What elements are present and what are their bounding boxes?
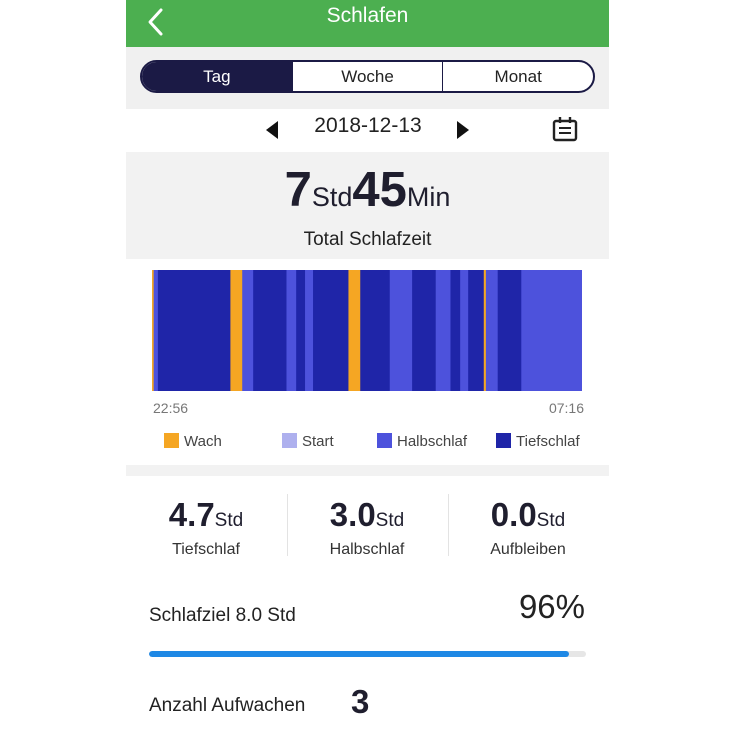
sleep-segment-halbschlaf [460, 270, 469, 391]
tab-woche[interactable]: Woche [291, 62, 443, 91]
legend-halbschlaf: Halbschlaf [377, 433, 467, 450]
stat-halbschlaf-number: 3.0 [329, 496, 376, 533]
sleep-segment-tiefschlaf [296, 270, 306, 391]
sleep-goal-progress-bar [149, 651, 586, 657]
chart-end-time: 07:16 [548, 400, 584, 416]
legend-swatch-tiefschlaf [496, 433, 511, 448]
sleep-goal-progress-fill [149, 651, 569, 657]
legend-wach: Wach [164, 433, 222, 450]
legend-start: Start [282, 433, 334, 450]
wake-count-value: 3 [351, 683, 370, 720]
total-sleep-label: Total Schlafzeit [303, 229, 432, 250]
total-minutes-unit: Min [406, 182, 451, 212]
sleep-segment-wach [230, 270, 243, 391]
wake-count-label: Anzahl Aufwachen [149, 695, 306, 716]
legend-swatch-start [282, 433, 297, 448]
sleep-segment-halbschlaf [389, 270, 413, 391]
triangle-right-icon[interactable] [453, 119, 473, 141]
sleep-stats: 4.7Std Tiefschlaf 3.0Std Halbschlaf 0.0S… [126, 476, 609, 576]
sleep-segment-halbschlaf [521, 270, 582, 391]
sleep-segment-tiefschlaf [313, 270, 350, 391]
stat-aufbleiben-unit: Std [536, 510, 566, 531]
stat-aufbleiben-label: Aufbleiben [490, 541, 566, 558]
period-selector-bar: Tag Woche Monat [126, 47, 609, 109]
sleep-segment-halbschlaf [242, 270, 254, 391]
tab-tag[interactable]: Tag [142, 62, 292, 91]
stat-tiefschlaf-unit: Std [214, 510, 244, 531]
stat-aufbleiben-value: 0.0Std [448, 496, 608, 534]
stat-halbschlaf-label: Halbschlaf [329, 541, 405, 558]
sleep-segment-tiefschlaf [157, 270, 232, 391]
legend-swatch-wach [164, 433, 179, 448]
stat-tiefschlaf-label: Tiefschlaf [172, 541, 240, 558]
total-hours-unit: Std [311, 182, 353, 212]
date-navigator: 2018-12-13 [126, 109, 609, 152]
sleep-goal-label: Schlafziel 8.0 Std [149, 605, 296, 626]
total-sleep-value: 7Std45Min [126, 162, 609, 218]
legend-label-wach: Wach [184, 433, 222, 450]
legend-tiefschlaf: Tiefschlaf [496, 433, 580, 450]
current-date: 2018-12-13 [314, 114, 422, 137]
chart-start-time: 22:56 [153, 400, 189, 416]
sleep-screen: Schlafen Tag Woche Monat 2018-12-13 7Std… [126, 0, 609, 736]
sleep-segment-tiefschlaf [360, 270, 391, 391]
sleep-segment-tiefschlaf [450, 270, 461, 391]
sleep-segment-tiefschlaf [497, 270, 522, 391]
stat-aufbleiben-number: 0.0 [490, 496, 537, 533]
stat-tiefschlaf-number: 4.7 [168, 496, 215, 533]
sleep-segment-halbschlaf [153, 270, 159, 391]
sleep-segment-halbschlaf [305, 270, 314, 391]
legend-label-tiefschlaf: Tiefschlaf [516, 433, 580, 450]
sleep-segment-tiefschlaf [253, 270, 288, 391]
section-divider [126, 465, 609, 476]
sleep-chart: 22:56 07:16 Wach Start Halbschlaf Tiefsc… [126, 259, 609, 465]
legend-label-start: Start [302, 433, 334, 450]
sleep-segment-tiefschlaf [412, 270, 437, 391]
sleep-goal-percent: 96% [518, 588, 585, 625]
app-header: Schlafen [126, 0, 609, 47]
period-tabs: Tag Woche Monat [140, 60, 595, 93]
page-title: Schlafen [326, 4, 409, 27]
calendar-icon[interactable] [551, 115, 579, 143]
chart-legend: Wach Start Halbschlaf Tiefschlaf [126, 433, 609, 455]
tab-monat[interactable]: Monat [442, 62, 593, 91]
triangle-left-icon[interactable] [262, 119, 282, 141]
sleep-segment-tiefschlaf [468, 270, 485, 391]
total-sleep-panel: 7Std45Min Total Schlafzeit [126, 152, 609, 259]
total-hours: 7 [284, 163, 312, 217]
stat-tiefschlaf-value: 4.7Std [126, 496, 286, 534]
sleep-segment-halbschlaf [286, 270, 297, 391]
total-minutes: 45 [352, 163, 407, 217]
stat-halbschlaf-value: 3.0Std [287, 496, 447, 534]
sleep-stage-timeline [152, 270, 582, 391]
sleep-segment-wach [348, 270, 361, 391]
sleep-segment-halbschlaf [485, 270, 499, 391]
sleep-segment-halbschlaf [435, 270, 452, 391]
legend-swatch-halbschlaf [377, 433, 392, 448]
stat-halbschlaf-unit: Std [375, 510, 405, 531]
legend-label-halbschlaf: Halbschlaf [397, 433, 468, 450]
